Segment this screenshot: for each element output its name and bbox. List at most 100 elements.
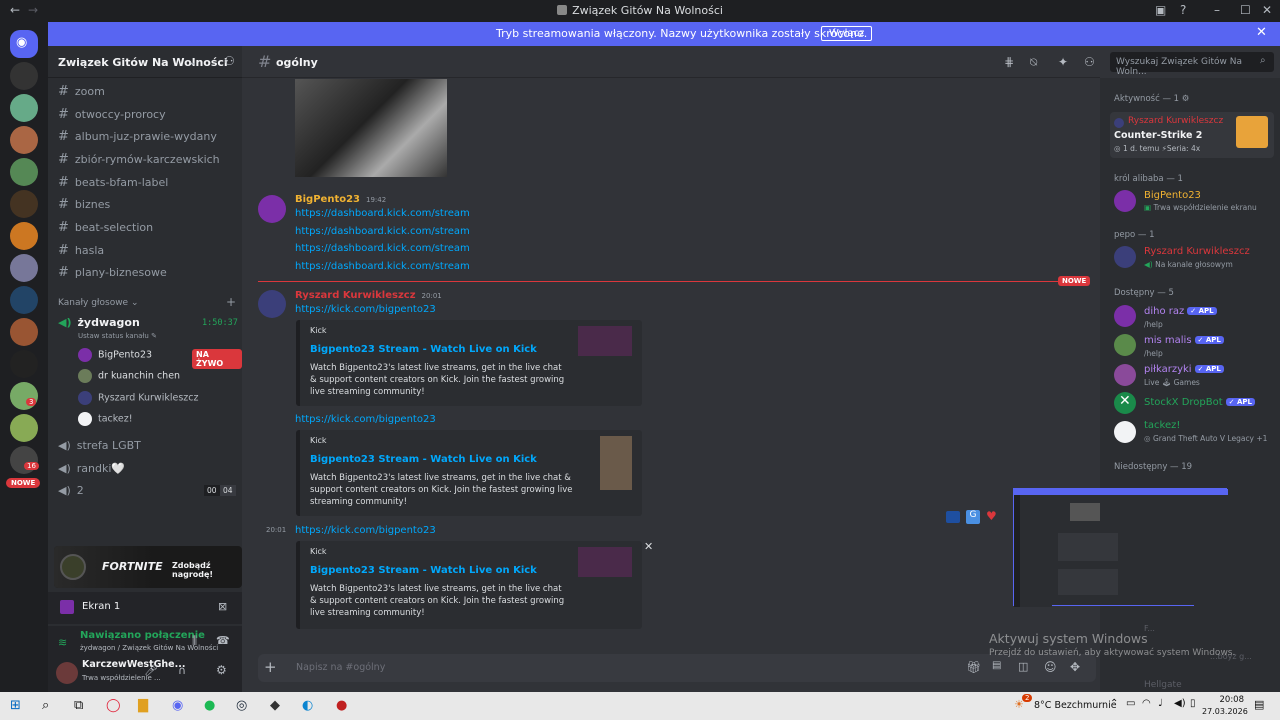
discord-home-icon[interactable]: ◉ bbox=[10, 30, 38, 58]
weather-text[interactable]: 8°C Bezchmurnie bbox=[1034, 700, 1117, 711]
avatar[interactable] bbox=[1114, 246, 1136, 268]
voice-user[interactable]: BigPento23 bbox=[78, 348, 152, 362]
add-channel-icon[interactable]: + bbox=[226, 295, 236, 309]
threads-icon[interactable]: ⋕ bbox=[1004, 55, 1014, 69]
channel-album[interactable]: # album-juz-prawie-wydany bbox=[58, 129, 217, 144]
channel-zoom[interactable]: # zoom bbox=[58, 84, 105, 99]
message-link[interactable]: https://kick.com/bigpento23 bbox=[295, 304, 436, 315]
minimize-icon[interactable]: – bbox=[1214, 3, 1220, 17]
epic-games-icon[interactable]: ◆ bbox=[270, 698, 280, 713]
message-link[interactable]: https://dashboard.kick.com/stream bbox=[295, 208, 470, 219]
server-icon-11[interactable]: 3 bbox=[10, 382, 38, 410]
avatar[interactable] bbox=[258, 290, 286, 318]
emoji-icon[interactable]: ☺ bbox=[1044, 660, 1057, 674]
invite-people-icon[interactable]: ⚇ bbox=[224, 54, 235, 68]
avatar[interactable] bbox=[1114, 364, 1136, 386]
mic-icon[interactable]: ♩ bbox=[1158, 698, 1163, 709]
inbox-icon[interactable]: ▣ bbox=[1155, 3, 1166, 17]
battery-icon[interactable]: ▯ bbox=[1190, 698, 1196, 709]
mute-bell-icon[interactable]: ⍉ bbox=[1030, 55, 1037, 70]
avatar[interactable] bbox=[1114, 305, 1136, 327]
server-icon-8[interactable] bbox=[10, 286, 38, 314]
message-link[interactable]: https://dashboard.kick.com/stream bbox=[295, 226, 470, 237]
pin-icon[interactable]: ✦ bbox=[1058, 55, 1068, 69]
message-link[interactable]: https://kick.com/bigpento23 bbox=[295, 525, 436, 536]
app-icon[interactable]: ● bbox=[336, 698, 347, 713]
server-icon-12[interactable] bbox=[10, 414, 38, 442]
spotify-icon[interactable]: ● bbox=[204, 698, 215, 713]
voice-user[interactable]: tackez! bbox=[78, 412, 133, 426]
help-icon[interactable]: ? bbox=[1180, 3, 1186, 17]
heart-icon[interactable]: ♥ bbox=[986, 509, 997, 523]
message-author[interactable]: BigPento23 19:42 bbox=[295, 194, 386, 205]
avatar[interactable] bbox=[258, 195, 286, 223]
discord-icon[interactable]: ◉ bbox=[172, 698, 183, 713]
maximize-icon[interactable]: ☐ bbox=[1240, 3, 1251, 17]
server-icon-4[interactable] bbox=[10, 158, 38, 186]
embed-title[interactable]: Bigpento23 Stream - Watch Live on Kick bbox=[310, 454, 537, 465]
activity-card[interactable]: Ryszard Kurwikleszcz Counter-Strike 2 ◎ … bbox=[1110, 112, 1274, 158]
noise-suppression-icon[interactable]: ⫼ bbox=[192, 634, 197, 648]
new-badge[interactable]: NOWE bbox=[6, 478, 41, 488]
message-input[interactable]: + Napisz na #ogólny 🎁︎ ▤ ◫ ☺ ✥ bbox=[258, 654, 1096, 682]
stream-preview[interactable] bbox=[1013, 488, 1228, 607]
flag-icon[interactable] bbox=[946, 511, 960, 523]
voice-channel-2[interactable]: ◀) 2 bbox=[58, 484, 84, 497]
set-channel-status[interactable]: Ustaw status kanału ✎ bbox=[78, 332, 157, 340]
avatar[interactable] bbox=[1114, 421, 1136, 443]
steam-icon[interactable]: ◎ bbox=[236, 698, 247, 713]
gift-icon[interactable]: 🎁︎ bbox=[966, 660, 981, 674]
image-attachment[interactable] bbox=[295, 79, 447, 177]
message-link[interactable]: https://dashboard.kick.com/stream bbox=[295, 261, 470, 272]
member-name[interactable]: mis malis ✓ APL bbox=[1144, 335, 1224, 346]
embed-thumbnail[interactable] bbox=[578, 547, 632, 577]
wifi-icon[interactable]: ◠ bbox=[1142, 698, 1151, 709]
channel-beats-bfam[interactable]: # beats-bfam-label bbox=[58, 175, 168, 190]
channel-zbior-rymow[interactable]: # zbiór-rymów-karczewskich bbox=[58, 152, 220, 167]
server-icon-9[interactable] bbox=[10, 318, 38, 346]
voice-channel-zydwagon[interactable]: ◀) żydwagon bbox=[58, 316, 140, 329]
clock-time[interactable]: 20:08 bbox=[1210, 695, 1245, 705]
server-icon-2[interactable] bbox=[10, 94, 38, 122]
server-icon-10[interactable] bbox=[10, 350, 38, 378]
avatar[interactable] bbox=[1114, 334, 1136, 356]
member-name[interactable]: Ryszard Kurwikleszcz bbox=[1144, 246, 1250, 257]
opera-icon[interactable]: ◯ bbox=[106, 698, 121, 713]
server-icon-1[interactable] bbox=[10, 62, 38, 90]
channel-beat-selection[interactable]: # beat-selection bbox=[58, 220, 153, 235]
avatar[interactable]: ✕ bbox=[1114, 392, 1136, 414]
member-list-icon[interactable]: ⚇ bbox=[1084, 55, 1095, 69]
guild-header[interactable]: Związek Gitów Na Wolności ⌄ ⚇ bbox=[48, 46, 242, 78]
claim-reward-button[interactable]: Zdobądź nagrodę! bbox=[172, 561, 242, 579]
gif-icon[interactable]: ▤ bbox=[992, 660, 1001, 671]
settings-gear-icon[interactable]: ⚙ bbox=[216, 663, 227, 677]
remove-embed-icon[interactable]: ✕ bbox=[644, 540, 653, 553]
voice-user[interactable]: Ryszard Kurwikleszcz bbox=[78, 391, 198, 405]
apps-icon[interactable]: ✥ bbox=[1070, 660, 1080, 674]
fortnite-promo[interactable]: FORTNITE Zdobądź nagrodę! bbox=[54, 546, 242, 588]
disable-streaming-button[interactable]: Wyłącz bbox=[821, 26, 873, 41]
close-banner-icon[interactable]: ✕ bbox=[1256, 25, 1267, 40]
server-icon-7[interactable] bbox=[10, 254, 38, 282]
member-name[interactable]: BigPento23 bbox=[1144, 190, 1201, 201]
avatar[interactable] bbox=[1114, 190, 1136, 212]
member-name[interactable]: tackez! bbox=[1144, 420, 1180, 431]
voice-user[interactable]: dr kuanchin chen bbox=[78, 369, 180, 383]
channel-plany[interactable]: # plany-biznesowe bbox=[58, 265, 167, 280]
voice-channel-strefa[interactable]: ◀) strefa LGBT bbox=[58, 439, 141, 452]
message-link[interactable]: https://kick.com/bigpento23 bbox=[295, 414, 436, 425]
voice-category[interactable]: Kanały głosowe ⌄ bbox=[58, 298, 139, 308]
microphone-icon[interactable]: 🎤︎ bbox=[144, 664, 158, 677]
sticker-icon[interactable]: ◫ bbox=[1018, 660, 1028, 673]
channel-hasla[interactable]: # hasla bbox=[58, 243, 104, 258]
embed-thumbnail[interactable] bbox=[578, 326, 632, 356]
member-name[interactable]: diho raz ✓ APL bbox=[1144, 306, 1217, 317]
embed-title[interactable]: Bigpento23 Stream - Watch Live on Kick bbox=[310, 565, 537, 576]
server-icon-6[interactable] bbox=[10, 222, 38, 250]
server-icon-13[interactable]: 16 bbox=[10, 446, 39, 474]
headphones-icon[interactable]: ∩ bbox=[178, 664, 186, 677]
notifications-icon[interactable]: ▤ bbox=[1254, 698, 1264, 711]
channel-otwoccy-prorocy[interactable]: # otwoccy-prorocy bbox=[58, 107, 166, 122]
message-link[interactable]: https://dashboard.kick.com/stream bbox=[295, 243, 470, 254]
stop-stream-icon[interactable]: ⊠ bbox=[218, 600, 227, 613]
